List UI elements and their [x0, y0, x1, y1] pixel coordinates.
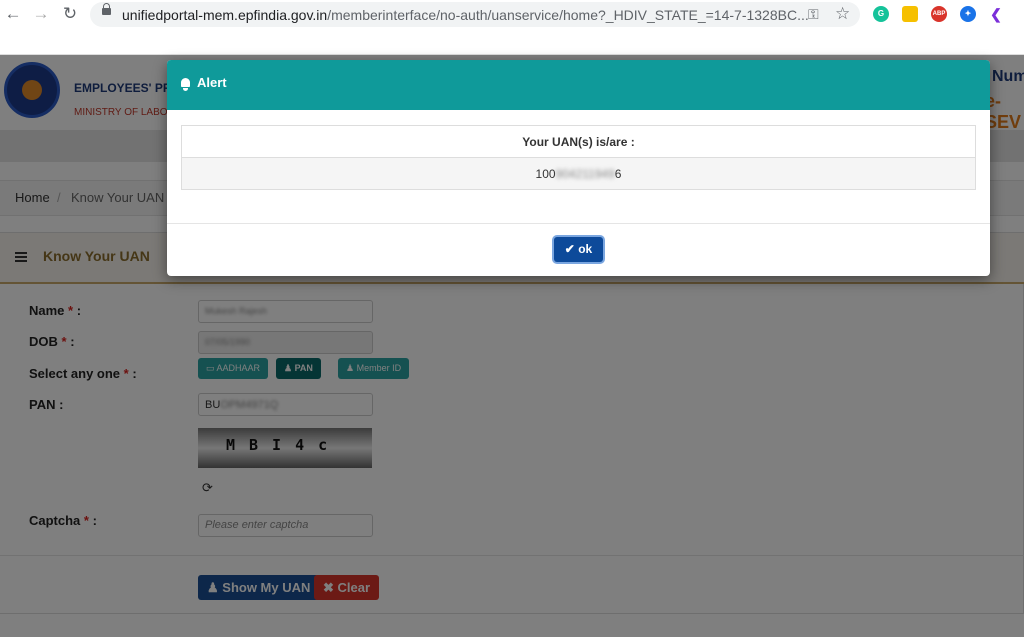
address-bar[interactable]: unifiedportal-mem.epfindia.gov.in/member… — [90, 2, 860, 27]
extension-icon[interactable]: ✦ — [960, 6, 976, 22]
grammarly-extension-icon[interactable]: G — [873, 6, 889, 22]
reload-icon[interactable]: ↻ — [59, 3, 81, 25]
adblock-extension-icon[interactable]: ABP — [931, 6, 947, 22]
bell-icon — [181, 78, 190, 91]
ok-button[interactable]: ✔ ok — [554, 237, 603, 262]
modal-header: Alert — [167, 60, 990, 110]
modal-title: Alert — [197, 75, 227, 90]
back-arrow-icon[interactable]: ← — [2, 3, 24, 25]
bookmark-star-icon[interactable]: ☆ — [835, 4, 850, 24]
keep-extension-icon[interactable] — [902, 6, 918, 22]
browser-toolbar: ← → ↻ unifiedportal-mem.epfindia.gov.in/… — [0, 0, 1024, 30]
key-icon[interactable]: ⚿ — [808, 6, 819, 23]
uan-table-header: Your UAN(s) is/are : — [181, 125, 976, 158]
forward-arrow-icon[interactable]: → — [30, 3, 52, 25]
extension-chevron-icon[interactable]: ❮ — [988, 6, 1004, 22]
modal-divider — [167, 223, 990, 224]
uan-value: 1009042119496 — [181, 157, 976, 190]
url-text: unifiedportal-mem.epfindia.gov.in/member… — [122, 7, 809, 23]
uan-table: Your UAN(s) is/are : 1009042119496 — [181, 125, 976, 190]
lock-icon — [102, 3, 111, 15]
bookmarks-bar — [0, 30, 1024, 55]
alert-modal: Alert Your UAN(s) is/are : 1009042119496… — [167, 60, 990, 276]
